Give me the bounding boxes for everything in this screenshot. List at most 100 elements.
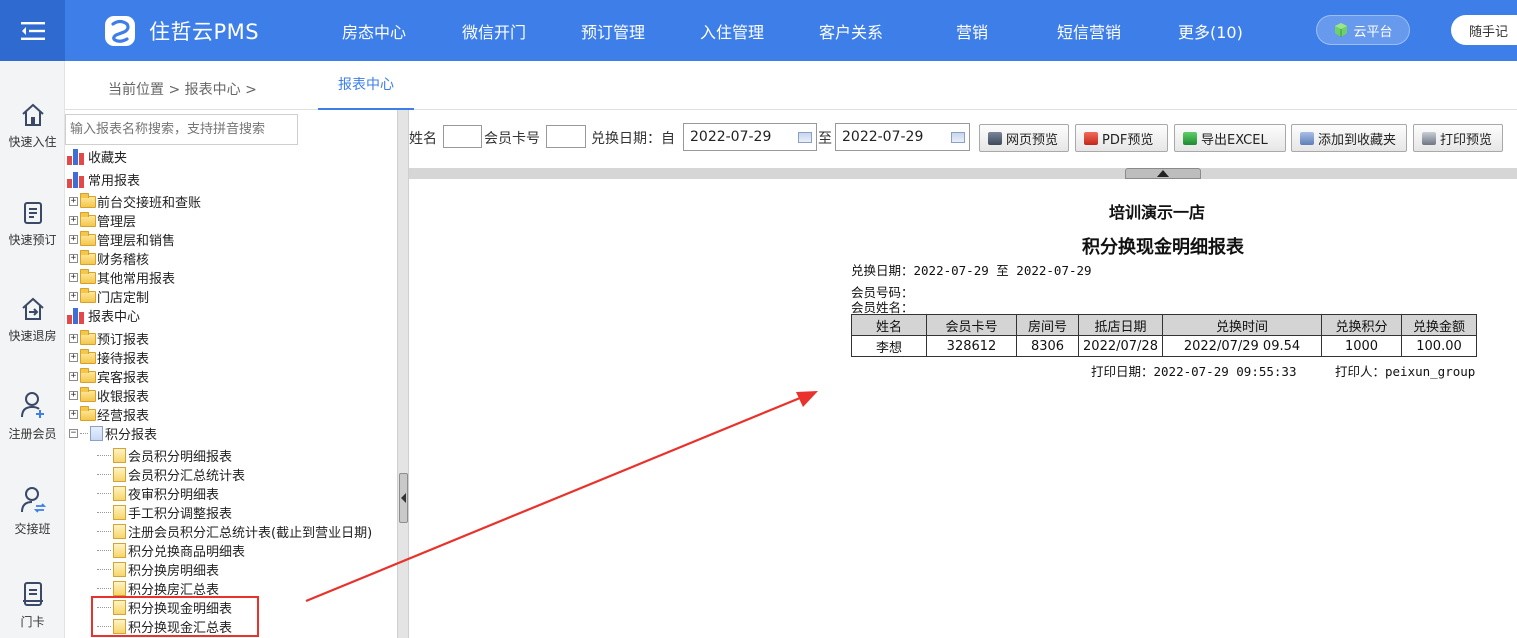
calendar-icon[interactable] xyxy=(951,132,965,143)
chevron-left-icon xyxy=(400,493,406,503)
calendar-icon[interactable] xyxy=(798,132,812,143)
tree-folder-item[interactable]: + 预订报表 xyxy=(69,329,149,348)
excel-icon xyxy=(1183,131,1197,145)
quick-note-button[interactable]: 随手记 xyxy=(1451,15,1517,45)
nav-crm[interactable]: 客户关系 xyxy=(819,19,883,43)
tree-report-item[interactable]: 手工积分调整报表 xyxy=(97,503,232,522)
report-table: 姓名 会员卡号 房间号 抵店日期 兑换时间 兑换积分 兑换金额 李想 32861… xyxy=(851,314,1477,357)
expand-icon[interactable]: + xyxy=(69,216,78,225)
card-icon xyxy=(22,582,43,606)
tree-report-item[interactable]: 夜审积分明细表 xyxy=(97,484,219,503)
report-file-icon xyxy=(113,448,126,463)
collapse-panel-handle[interactable] xyxy=(399,473,408,523)
top-navigation-bar: 住哲云PMS 房态中心 微信开门 预订管理 入住管理 客户关系 营销 短信营销 … xyxy=(0,0,1517,61)
tree-favorites[interactable]: 收藏夹 xyxy=(67,147,127,166)
chart-bars-icon xyxy=(67,171,87,188)
expand-icon[interactable]: + xyxy=(69,254,78,263)
expand-icon[interactable]: + xyxy=(69,353,78,362)
export-excel-button[interactable]: 导出EXCEL xyxy=(1174,124,1286,152)
report-preview: 培训演示一店 积分换现金明细报表 兑换日期：2022-07-29 至 2022-… xyxy=(409,179,1517,638)
report-search-input[interactable] xyxy=(65,114,298,145)
folder-icon xyxy=(80,211,96,227)
expand-icon[interactable]: + xyxy=(69,235,78,244)
tree-folder-item[interactable]: + 其他常用报表 xyxy=(69,268,175,287)
building-icon xyxy=(988,131,1002,145)
column-header: 兑换时间 xyxy=(1162,314,1322,336)
tree-common-reports[interactable]: 常用报表 xyxy=(67,170,140,189)
cloud-platform-button[interactable]: 云平台 xyxy=(1316,15,1410,45)
collapse-toolbar-button[interactable] xyxy=(1125,168,1201,179)
cloud-platform-label: 云平台 xyxy=(1353,24,1393,40)
quick-checkin-button[interactable]: 快速入住 xyxy=(0,103,65,150)
nav-sms-marketing[interactable]: 短信营销 xyxy=(1057,19,1121,43)
quick-checkout-button[interactable]: 快速退房 xyxy=(0,297,65,344)
tab-report-center[interactable]: 报表中心 xyxy=(318,61,414,110)
tree-folder-item[interactable]: + 财务稽核 xyxy=(69,249,149,268)
tree-folder-item[interactable]: + 宾客报表 xyxy=(69,367,149,386)
quick-booking-label: 快速预订 xyxy=(8,233,57,247)
table-cell: 李想 xyxy=(851,335,927,357)
print-preview-button[interactable]: 打印预览 xyxy=(1413,124,1503,152)
card-number-input[interactable] xyxy=(546,125,586,148)
report-file-icon xyxy=(113,562,126,577)
folder-icon xyxy=(80,268,96,284)
expand-icon[interactable]: + xyxy=(69,372,78,381)
tree-folder-item[interactable]: + 接待报表 xyxy=(69,348,149,367)
tree-report-item[interactable]: 会员积分汇总统计表 xyxy=(97,465,245,484)
add-to-favorites-button[interactable]: 添加到收藏夹 xyxy=(1291,124,1407,152)
expand-icon[interactable]: + xyxy=(69,273,78,282)
expand-icon[interactable]: + xyxy=(69,197,78,206)
report-file-icon xyxy=(113,543,126,558)
nav-more[interactable]: 更多(10) xyxy=(1178,19,1243,43)
tree-report-item[interactable]: 积分换房明细表 xyxy=(97,560,219,579)
name-input[interactable] xyxy=(443,125,482,148)
folder-icon xyxy=(80,230,96,246)
expand-icon[interactable]: + xyxy=(69,410,78,419)
report-file-icon xyxy=(113,505,126,520)
tree-points-folder[interactable]: − 积分报表 xyxy=(69,424,157,443)
date-to-field[interactable]: 2022-07-29 xyxy=(835,123,970,151)
tree-report-center[interactable]: 报表中心 xyxy=(67,306,140,325)
tree-report-item[interactable]: 会员积分明细报表 xyxy=(97,446,232,465)
web-preview-button[interactable]: 网页预览 xyxy=(979,124,1069,152)
table-cell: 8306 xyxy=(1016,335,1079,357)
pdf-icon xyxy=(1084,131,1098,145)
shift-handover-button[interactable]: 交接班 xyxy=(0,486,65,537)
exchange-date-label: 兑换日期：自 xyxy=(591,131,675,147)
open-folder-icon xyxy=(90,426,103,441)
collapse-icon[interactable]: − xyxy=(69,429,78,438)
column-header: 会员卡号 xyxy=(926,314,1017,336)
folder-icon xyxy=(80,348,96,364)
tree-folder-item[interactable]: + 管理层和销售 xyxy=(69,230,175,249)
folder-icon xyxy=(80,287,96,303)
nav-wechat-door[interactable]: 微信开门 xyxy=(462,19,526,43)
report-print-date: 打印日期：2022-07-29 09:55:33 xyxy=(1091,364,1297,379)
brand-logo[interactable]: 住哲云PMS xyxy=(103,14,259,48)
report-tree-panel: 收藏夹 常用报表 +前台交接班和查账 +管理层 +管理层和销售 +财务稽核 +其… xyxy=(65,110,397,638)
tree-report-item[interactable]: 注册会员积分汇总统计表(截止到营业日期) xyxy=(97,522,372,541)
expand-icon[interactable]: + xyxy=(69,292,78,301)
pdf-preview-button[interactable]: PDF预览 xyxy=(1075,124,1168,152)
nav-checkin[interactable]: 入住管理 xyxy=(700,19,764,43)
tree-folder-item[interactable]: + 门店定制 xyxy=(69,287,149,306)
register-member-button[interactable]: 注册会员 xyxy=(0,391,65,442)
nav-room-status[interactable]: 房态中心 xyxy=(342,19,406,43)
report-printer: 打印人：peixun_group xyxy=(1335,364,1476,379)
menu-toggle-button[interactable] xyxy=(0,0,65,61)
user-swap-icon xyxy=(20,487,46,513)
shift-handover-label: 交接班 xyxy=(14,522,51,536)
door-card-button[interactable]: 门卡 xyxy=(0,581,65,630)
date-from-field[interactable]: 2022-07-29 xyxy=(683,123,817,151)
expand-icon[interactable]: + xyxy=(69,391,78,400)
nav-marketing[interactable]: 营销 xyxy=(956,19,988,43)
nav-booking[interactable]: 预订管理 xyxy=(581,19,645,43)
tree-folder-item[interactable]: + 管理层 xyxy=(69,211,136,230)
tree-folder-item[interactable]: + 前台交接班和查账 xyxy=(69,192,201,211)
tree-report-item[interactable]: 积分兑换商品明细表 xyxy=(97,541,245,560)
tree-folder-item[interactable]: + 收银报表 xyxy=(69,386,149,405)
expand-icon[interactable]: + xyxy=(69,334,78,343)
report-file-icon xyxy=(113,581,126,596)
panel-splitter[interactable] xyxy=(397,110,409,638)
quick-booking-button[interactable]: 快速预订 xyxy=(0,201,65,248)
tree-folder-item[interactable]: + 经营报表 xyxy=(69,405,149,424)
